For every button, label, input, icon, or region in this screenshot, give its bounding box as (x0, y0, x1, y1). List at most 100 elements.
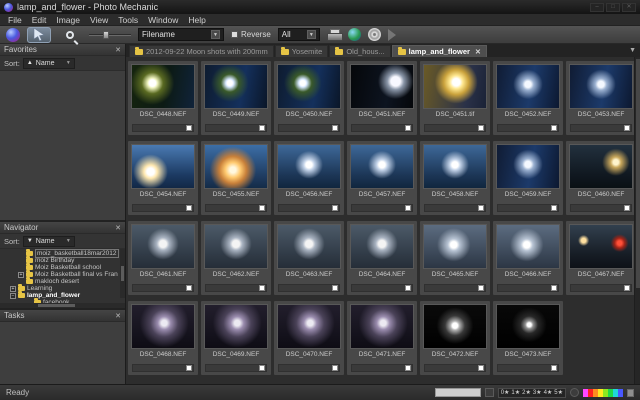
photo-thumbnail[interactable] (204, 64, 268, 109)
expander-icon[interactable]: − (10, 293, 16, 299)
color-filter-toggle-icon[interactable] (570, 388, 579, 397)
thumbnail-cell[interactable]: DSC_0459.NEF (493, 141, 563, 215)
close-icon[interactable]: ✕ (115, 312, 121, 320)
close-icon[interactable]: ✕ (115, 46, 121, 54)
thumbnail-cell[interactable]: DSC_0451.tif (420, 61, 490, 135)
thumbnail-cell[interactable]: DSC_0462.NEF (201, 221, 271, 295)
select-checkbox[interactable] (259, 125, 265, 131)
tab-list-menu-icon[interactable]: ▼ (625, 47, 640, 54)
thumbnail-cell[interactable]: DSC_0463.NEF (274, 221, 344, 295)
thumbnail-cell[interactable]: DSC_0458.NEF (420, 141, 490, 215)
select-checkbox[interactable] (551, 365, 557, 371)
menu-window[interactable]: Window (143, 15, 183, 25)
photo-thumbnail[interactable] (496, 64, 560, 109)
tab-old-hous[interactable]: Old_hous... (329, 45, 390, 57)
star-filter-2[interactable]: 2★ (522, 389, 531, 396)
expander-icon[interactable]: + (10, 286, 16, 292)
select-checkbox[interactable] (186, 285, 192, 291)
select-checkbox[interactable] (259, 285, 265, 291)
select-checkbox[interactable] (186, 125, 192, 131)
scroll-thumb[interactable] (636, 59, 640, 288)
star-filter-4[interactable]: 4★ (544, 389, 553, 396)
thumbnail-cell[interactable]: DSC_0473.NEF (493, 301, 563, 375)
select-checkbox[interactable] (332, 125, 338, 131)
thumbnail-cell[interactable]: DSC_0453.NEF (566, 61, 636, 135)
photo-thumbnail[interactable] (423, 304, 487, 349)
thumbnail-cell[interactable]: DSC_0455.NEF (201, 141, 271, 215)
select-checkbox[interactable] (332, 365, 338, 371)
photo-thumbnail[interactable] (496, 144, 560, 189)
close-icon[interactable]: ✕ (115, 224, 121, 232)
tree-item[interactable]: +Moiz Basketball final vs Fran (0, 271, 120, 278)
chevron-down-icon[interactable]: ▼ (66, 238, 71, 244)
web-upload-icon[interactable] (348, 28, 361, 41)
photo-thumbnail[interactable] (131, 64, 195, 109)
thumbnail-cell[interactable]: DSC_0460.NEF (566, 141, 636, 215)
photo-thumbnail[interactable] (423, 224, 487, 269)
thumbnail-cell[interactable]: DSC_0449.NEF (201, 61, 271, 135)
favorites-sort-select[interactable]: ▲ Name ▼ (23, 58, 75, 69)
select-checkbox[interactable] (332, 285, 338, 291)
tree-item[interactable]: −lamp_and_flower (0, 292, 120, 299)
thumbnail-cell[interactable]: DSC_0454.NEF (128, 141, 198, 215)
select-checkbox[interactable] (259, 365, 265, 371)
menu-image[interactable]: Image (51, 15, 85, 25)
slider-handle[interactable] (103, 31, 109, 39)
photo-thumbnail[interactable] (204, 144, 268, 189)
select-tool-button[interactable] (27, 27, 51, 43)
menu-help[interactable]: Help (183, 15, 210, 25)
select-checkbox[interactable] (624, 285, 630, 291)
tab-lamp-and-flower[interactable]: lamp_and_flower✕ (392, 45, 487, 57)
select-checkbox[interactable] (551, 285, 557, 291)
close-button[interactable]: ✕ (622, 3, 636, 12)
tab-close-icon[interactable]: ✕ (475, 48, 481, 56)
photo-thumbnail[interactable] (131, 304, 195, 349)
thumbnail-cell[interactable]: DSC_0471.NEF (347, 301, 417, 375)
color-sphere-icon[interactable] (6, 28, 20, 42)
zoom-tool-button[interactable] (58, 27, 82, 43)
thumbnail-size-slider[interactable] (89, 27, 131, 43)
thumbnail-cell[interactable]: DSC_0468.NEF (128, 301, 198, 375)
minimize-button[interactable]: – (590, 3, 604, 12)
thumbnail-cell[interactable]: DSC_0470.NEF (274, 301, 344, 375)
thumbnail-cell[interactable]: DSC_0472.NEF (420, 301, 490, 375)
thumbnail-cell[interactable]: DSC_0461.NEF (128, 221, 198, 295)
tab-yosemite[interactable]: Yosemite (275, 45, 329, 57)
select-checkbox[interactable] (624, 125, 630, 131)
chevron-down-icon[interactable]: ▼ (307, 30, 316, 39)
photo-thumbnail[interactable] (496, 224, 560, 269)
select-checkbox[interactable] (186, 365, 192, 371)
slideshow-play-icon[interactable] (388, 29, 396, 41)
thumbnail-cell[interactable]: DSC_0469.NEF (201, 301, 271, 375)
chevron-down-icon[interactable]: ▼ (211, 30, 220, 39)
photo-thumbnail[interactable] (350, 64, 414, 109)
select-checkbox[interactable] (478, 365, 484, 371)
photo-thumbnail[interactable] (277, 224, 341, 269)
expander-icon[interactable]: + (18, 272, 24, 278)
photo-thumbnail[interactable] (569, 224, 633, 269)
photo-thumbnail[interactable] (350, 304, 414, 349)
star-filter-3[interactable]: 3★ (533, 389, 542, 396)
tree-item[interactable]: moiz Birthday (0, 257, 120, 264)
maximize-button[interactable]: □ (606, 3, 620, 12)
menu-tools[interactable]: Tools (113, 15, 143, 25)
thumbnail-cell[interactable]: DSC_0457.NEF (347, 141, 417, 215)
select-checkbox[interactable] (405, 285, 411, 291)
burn-disc-icon[interactable] (368, 28, 381, 41)
select-checkbox[interactable] (478, 285, 484, 291)
thumbnail-cell[interactable]: DSC_0448.NEF (128, 61, 198, 135)
photo-thumbnail[interactable] (423, 64, 487, 109)
star-filter-5[interactable]: 5★ (554, 389, 563, 396)
thumbnail-cell[interactable]: DSC_0451.NEF (347, 61, 417, 135)
menu-view[interactable]: View (85, 15, 113, 25)
thumbnail-cell[interactable]: DSC_0466.NEF (493, 221, 563, 295)
navigator-sort-select[interactable]: ▼ Name ▼ (23, 236, 75, 247)
star-filter-1[interactable]: 1★ (511, 389, 520, 396)
select-checkbox[interactable] (259, 205, 265, 211)
select-checkbox[interactable] (478, 205, 484, 211)
select-checkbox[interactable] (551, 205, 557, 211)
photo-thumbnail[interactable] (350, 144, 414, 189)
menu-edit[interactable]: Edit (27, 15, 52, 25)
photo-thumbnail[interactable] (569, 144, 633, 189)
thumbnail-cell[interactable]: DSC_0464.NEF (347, 221, 417, 295)
